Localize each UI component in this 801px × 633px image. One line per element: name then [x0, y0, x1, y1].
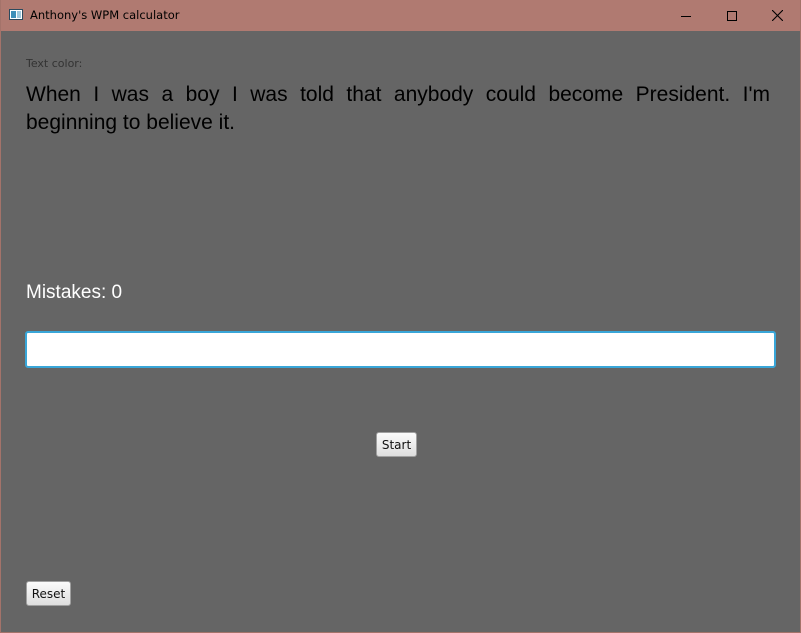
close-icon	[771, 10, 783, 21]
window-title: Anthony's WPM calculator	[30, 8, 180, 22]
mistakes-count: 0	[111, 282, 123, 303]
maximize-icon	[727, 10, 737, 21]
app-window-icon	[9, 9, 23, 20]
mistakes-counter: Mistakes: 0	[26, 282, 122, 304]
app-window: Anthony's WPM calculator Text color: Whe…	[0, 0, 801, 633]
start-button[interactable]: Start	[376, 432, 417, 457]
close-button[interactable]	[754, 0, 800, 31]
minimize-button[interactable]	[663, 0, 709, 31]
text-color-label: Text color:	[26, 57, 83, 70]
minimize-icon	[681, 15, 691, 17]
reset-button[interactable]: Reset	[26, 581, 71, 606]
maximize-button[interactable]	[709, 0, 755, 31]
typing-input[interactable]	[25, 331, 776, 368]
target-quote-text: When I was a boy I was told that anybody…	[26, 83, 770, 134]
title-bar[interactable]: Anthony's WPM calculator	[1, 0, 800, 31]
mistakes-label: Mistakes:	[26, 282, 112, 303]
